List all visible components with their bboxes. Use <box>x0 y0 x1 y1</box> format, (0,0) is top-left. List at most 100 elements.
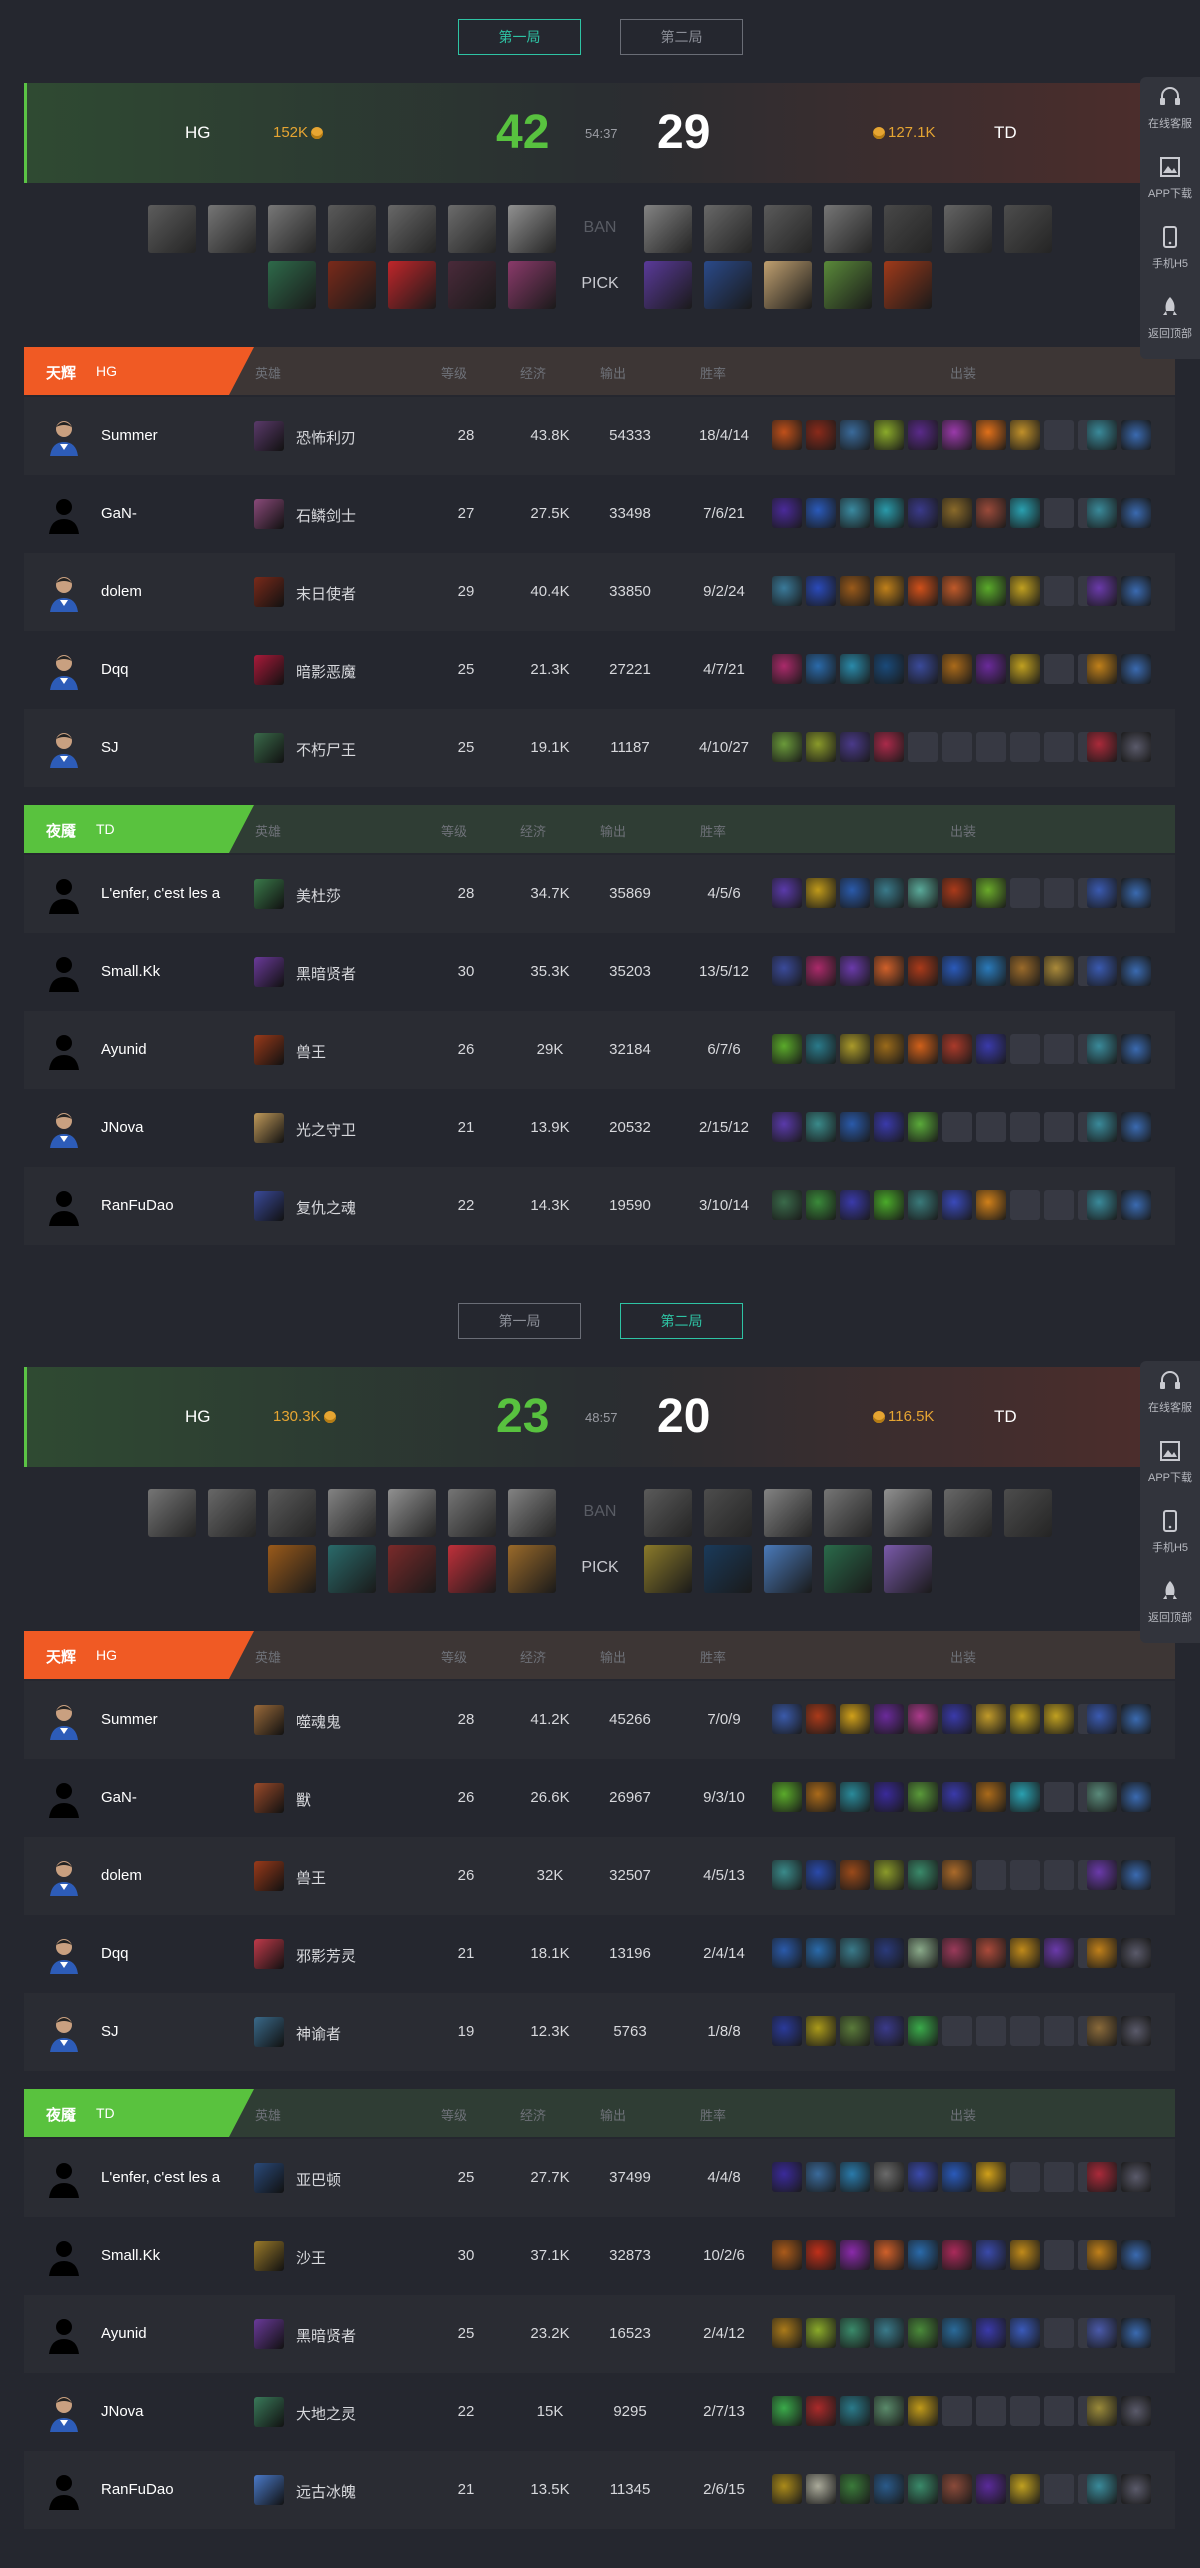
sidebar-item-app-download[interactable]: APP下载 <box>1140 147 1200 217</box>
player-row[interactable]: Summer 恐怖利刃 28 43.8K 54333 18/4/14 <box>24 397 1175 475</box>
player-name[interactable]: Dqq <box>101 661 251 678</box>
radiant-ban-hero <box>328 205 376 253</box>
player-level: 28 <box>457 427 475 444</box>
player-row[interactable]: GaN- 獸 26 26.6K 26967 9/3/10 <box>24 1759 1175 1837</box>
sidebar-item-rocket[interactable]: 返回顶部 <box>1140 1571 1200 1641</box>
item-icon <box>806 2016 836 2046</box>
player-row[interactable]: Small.Kk 沙王 30 37.1K 32873 10/2/6 <box>24 2217 1175 2295</box>
player-name[interactable]: RanFuDao <box>101 1197 251 1214</box>
sidebar-item-rocket[interactable]: 返回顶部 <box>1140 287 1200 357</box>
player-gold: 12.3K <box>530 2023 570 2040</box>
player-row[interactable]: Summer 噬魂鬼 28 41.2K 45266 7/0/9 <box>24 1681 1175 1759</box>
sidebar-item-label: 手机H5 <box>1151 1542 1189 1554</box>
player-name[interactable]: RanFuDao <box>101 2481 251 2498</box>
hero-name: 不朽尸王 <box>296 742 357 759</box>
player-row[interactable]: RanFuDao 复仇之魂 22 14.3K 19590 3/10/14 <box>24 1167 1175 1245</box>
tab-game-1[interactable]: 第一局 <box>458 1303 581 1339</box>
item-icon <box>908 1782 938 1812</box>
player-name[interactable]: GaN- <box>101 1789 251 1806</box>
player-row[interactable]: RanFuDao 远古冰魄 21 13.5K 11345 2/6/15 <box>24 2451 1175 2529</box>
tab-game-2[interactable]: 第二局 <box>620 19 743 55</box>
player-row[interactable]: Ayunid 兽王 26 29K 32184 6/7/6 <box>24 1011 1175 1089</box>
neutral-item-icon <box>1087 1034 1117 1064</box>
player-avatar <box>44 650 84 690</box>
player-kda: 2/15/12 <box>698 1119 750 1136</box>
player-row[interactable]: JNova 大地之灵 22 15K 9295 2/7/13 <box>24 2373 1175 2451</box>
player-name[interactable]: Summer <box>101 427 251 444</box>
player-name[interactable]: GaN- <box>101 505 251 522</box>
player-level: 27 <box>457 505 475 522</box>
hero-portrait <box>254 421 284 451</box>
pick-row: PICK <box>0 261 1200 309</box>
column-header-hero: 英雄 <box>255 1650 282 1665</box>
pick-row: PICK <box>0 1545 1200 1593</box>
tab-game-2[interactable]: 第二局 <box>620 1303 743 1339</box>
player-name[interactable]: dolem <box>101 1867 251 1884</box>
empty-item-slot <box>1044 2162 1074 2192</box>
player-name[interactable]: SJ <box>101 739 251 756</box>
neutral-item-icon <box>1087 2474 1117 2504</box>
sidebar-item-headset[interactable]: 在线客服 <box>1140 77 1200 147</box>
player-gold: 27.7K <box>530 2169 570 2186</box>
dire-team-name: TD <box>994 123 1017 142</box>
player-name[interactable]: Ayunid <box>101 1041 251 1058</box>
player-row[interactable]: Dqq 暗影恶魔 25 21.3K 27221 4/7/21 <box>24 631 1175 709</box>
player-name[interactable]: Small.Kk <box>101 2247 251 2264</box>
column-header-gold: 经济 <box>520 2108 547 2123</box>
radiant-team-name: HG <box>185 1407 211 1426</box>
item-icon <box>942 956 972 986</box>
player-gold: 37.1K <box>530 2247 570 2264</box>
column-header-damage: 输出 <box>600 824 627 839</box>
aghanim-scepter-icon <box>1121 1860 1151 1890</box>
player-name[interactable]: Ayunid <box>101 2325 251 2342</box>
player-damage: 16523 <box>609 2325 651 2342</box>
item-icon <box>840 1860 870 1890</box>
player-name[interactable]: JNova <box>101 2403 251 2420</box>
aghanim-scepter-icon <box>1121 576 1151 606</box>
player-row[interactable]: SJ 神谕者 19 12.3K 5763 1/8/8 <box>24 1993 1175 2071</box>
hero-name: 黑暗贤者 <box>296 966 357 983</box>
team-name: HG <box>96 1647 117 1663</box>
dire-ban-hero <box>824 205 872 253</box>
player-row[interactable]: Small.Kk 黑暗贤者 30 35.3K 35203 13/5/12 <box>24 933 1175 1011</box>
player-row[interactable]: L'enfer, c'est les a 美杜莎 28 34.7K 35869 4/5/6 <box>24 855 1175 933</box>
item-icon <box>874 654 904 684</box>
item-icon <box>772 2318 802 2348</box>
player-name[interactable]: JNova <box>101 1119 251 1136</box>
sidebar-item-headset[interactable]: 在线客服 <box>1140 1361 1200 1431</box>
radiant-ban-hero <box>268 205 316 253</box>
sidebar-item-phone[interactable]: 手机H5 <box>1140 217 1200 287</box>
player-damage: 32507 <box>609 1867 651 1884</box>
sidebar-item-phone[interactable]: 手机H5 <box>1140 1501 1200 1571</box>
player-name[interactable]: SJ <box>101 2023 251 2040</box>
player-name[interactable]: Dqq <box>101 1945 251 1962</box>
item-icon <box>772 1112 802 1142</box>
player-name[interactable]: L'enfer, c'est les a <box>101 885 251 902</box>
player-row[interactable]: dolem 兽王 26 32K 32507 4/5/13 <box>24 1837 1175 1915</box>
player-name[interactable]: dolem <box>101 583 251 600</box>
player-row[interactable]: Ayunid 黑暗贤者 25 23.2K 16523 2/4/12 <box>24 2295 1175 2373</box>
item-icon <box>976 1782 1006 1812</box>
player-kda: 7/6/21 <box>703 505 745 522</box>
player-row[interactable]: dolem 末日使者 29 40.4K 33850 9/2/24 <box>24 553 1175 631</box>
sidebar-item-app-download[interactable]: APP下载 <box>1140 1431 1200 1501</box>
radiant-ban-hero <box>268 1489 316 1537</box>
player-row[interactable]: SJ 不朽尸王 25 19.1K 11187 4/10/27 <box>24 709 1175 787</box>
floating-sidebar: 在线客服 APP下载 手机H5 返回顶部 <box>1140 77 1200 359</box>
neutral-item-icon <box>1087 2016 1117 2046</box>
player-name[interactable]: Summer <box>101 1711 251 1728</box>
radiant-pick-hero <box>268 261 316 309</box>
player-name[interactable]: Small.Kk <box>101 963 251 980</box>
player-damage: 33498 <box>609 505 651 522</box>
item-icon <box>1010 576 1040 606</box>
player-row[interactable]: GaN- 石鳞剑士 27 27.5K 33498 7/6/21 <box>24 475 1175 553</box>
item-icon <box>942 1704 972 1734</box>
player-row[interactable]: JNova 光之守卫 21 13.9K 20532 2/15/12 <box>24 1089 1175 1167</box>
item-icon <box>806 878 836 908</box>
player-row[interactable]: L'enfer, c'est les a 亚巴顿 25 27.7K 37499 4/4/8 <box>24 2139 1175 2217</box>
item-icon <box>942 420 972 450</box>
item-icon <box>1044 956 1074 986</box>
player-name[interactable]: L'enfer, c'est les a <box>101 2169 251 2186</box>
tab-game-1[interactable]: 第一局 <box>458 19 581 55</box>
player-row[interactable]: Dqq 邪影芳灵 21 18.1K 13196 2/4/14 <box>24 1915 1175 1993</box>
